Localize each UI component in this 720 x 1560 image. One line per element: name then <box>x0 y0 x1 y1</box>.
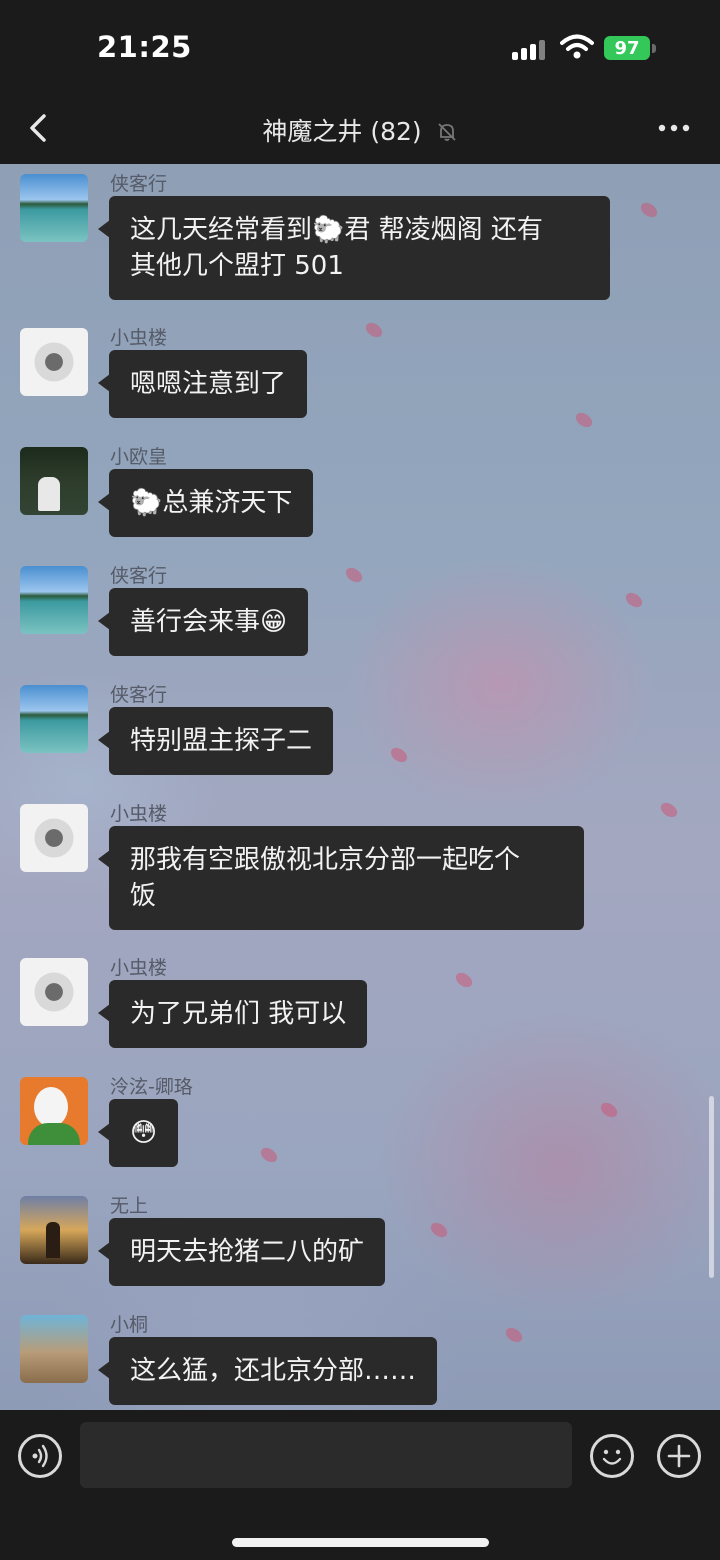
sender-name: 泠泫-卿珞 <box>110 1076 193 1098</box>
avatar[interactable] <box>20 685 88 753</box>
avatar[interactable] <box>20 804 88 872</box>
background-petal <box>658 799 680 821</box>
message-input[interactable] <box>80 1422 572 1488</box>
background-petal <box>623 589 645 611</box>
avatar[interactable] <box>20 1315 88 1383</box>
message-bubble[interactable]: 为了兄弟们 我可以 <box>97 980 368 1048</box>
message-bubble[interactable]: 特别盟主探子二 <box>97 707 334 775</box>
message-bubble[interactable]: 这么猛，还北京分部…… <box>97 1337 438 1405</box>
voice-icon[interactable] <box>18 1434 62 1478</box>
avatar[interactable] <box>20 1077 88 1145</box>
nav-bar: 神魔之井 (82) <box>0 96 720 164</box>
status-time: 21:25 <box>97 30 192 64</box>
smile-icon[interactable] <box>590 1434 634 1478</box>
sender-name: 小虫楼 <box>110 803 168 825</box>
home-indicator[interactable] <box>232 1538 489 1547</box>
sender-name: 小欧皇 <box>110 446 168 468</box>
background-petal <box>503 1324 525 1346</box>
message-bubble[interactable]: 善行会来事😁 <box>97 588 309 656</box>
ellipsis-icon[interactable] <box>656 116 692 140</box>
sender-name: 无上 <box>110 1195 149 1217</box>
input-bar <box>0 1410 720 1560</box>
message-bubble[interactable]: 明天去抢猪二八的矿 <box>97 1218 386 1286</box>
sender-name: 小虫楼 <box>110 327 168 349</box>
chat-message-list[interactable]: 侠客行 这几天经常看到🐑君 帮凌烟阁 还有 其他几个盟打 501 小虫楼 嗯嗯注… <box>0 164 720 1410</box>
wifi-icon <box>560 34 594 59</box>
background-petal <box>598 1099 620 1121</box>
sender-name: 小虫楼 <box>110 957 168 979</box>
background-petal <box>573 409 595 431</box>
background-petal <box>258 1144 280 1166</box>
sender-name: 侠客行 <box>110 684 168 706</box>
avatar[interactable] <box>20 328 88 396</box>
status-bar: 21:25 97 <box>0 0 720 96</box>
avatar[interactable] <box>20 958 88 1026</box>
message-bubble[interactable]: 那我有空跟傲视北京分部一起吃个 饭 <box>98 826 584 930</box>
scrollbar[interactable] <box>709 1096 714 1278</box>
background-petal <box>343 564 365 586</box>
sender-name: 小桐 <box>110 1314 149 1336</box>
background-petal <box>453 969 475 991</box>
background-petal <box>388 744 410 766</box>
sender-name: 侠客行 <box>110 173 168 195</box>
message-bubble[interactable]: 🐑总兼济天下 <box>97 469 314 537</box>
battery-level: 97 <box>614 37 640 59</box>
message-bubble[interactable]: 这几天经常看到🐑君 帮凌烟阁 还有 其他几个盟打 501 <box>98 196 610 300</box>
battery-icon: 97 <box>604 36 650 60</box>
background-petal <box>428 1219 450 1241</box>
plus-icon[interactable] <box>657 1434 701 1478</box>
cellular-signal-icon <box>512 38 548 60</box>
battery-cap <box>652 44 656 53</box>
avatar[interactable] <box>20 566 88 634</box>
bell-slash-icon <box>437 123 456 141</box>
background-petal <box>363 319 385 341</box>
message-bubble[interactable]: 嗯嗯注意到了 <box>97 350 308 418</box>
chat-title-text: 神魔之井 (82) <box>262 117 422 146</box>
chat-screen: 21:25 97 神魔之井 (82) 侠客行 这几天经常看到🐑君 帮凌烟阁 还有… <box>0 0 720 1560</box>
background-petal <box>638 199 660 221</box>
avatar[interactable] <box>20 447 88 515</box>
avatar[interactable] <box>20 1196 88 1264</box>
avatar[interactable] <box>20 174 88 242</box>
chat-title[interactable]: 神魔之井 (82) <box>0 112 720 148</box>
sender-name: 侠客行 <box>110 565 168 587</box>
message-bubble[interactable]: 😳 <box>97 1099 179 1167</box>
